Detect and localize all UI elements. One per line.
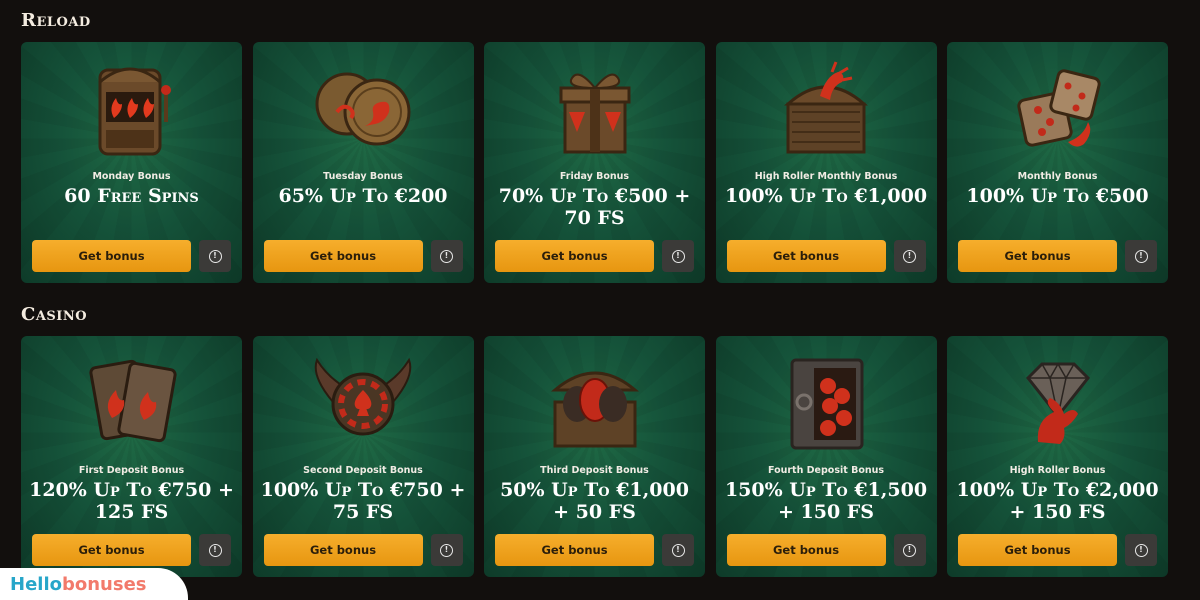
bonus-card: High Roller Monthly Bonus 100% Up To €1,… (715, 42, 937, 283)
info-icon: ! (440, 543, 453, 557)
bonus-label: High Roller Monthly Bonus (754, 171, 898, 182)
bonus-card: Fourth Deposit Bonus 150% Up To €1,500 +… (715, 336, 937, 577)
bonus-offer: 60 Free Spins (64, 185, 199, 207)
get-bonus-button[interactable]: Get bonus (263, 240, 423, 272)
dragon-coins-icon (315, 72, 411, 146)
info-button[interactable]: ! (662, 240, 694, 272)
logo-text-bonuses: bonuses (61, 573, 147, 595)
info-button[interactable]: ! (430, 534, 463, 566)
info-icon: ! (208, 543, 222, 557)
bonus-offer: 100% Up To €1,000 (724, 185, 928, 207)
bonus-offer: 50% Up To €1,000 + 50 FS (500, 479, 689, 523)
bonus-card: Friday Bonus 70% Up To €500 + 70 FS Get … (484, 42, 705, 283)
get-bonus-button[interactable]: Get bonus (32, 240, 191, 272)
bonus-label: Third Deposit Bonus (540, 465, 649, 476)
playing-cards-icon (88, 359, 177, 443)
info-button[interactable]: ! (662, 534, 694, 566)
get-bonus-button[interactable]: Get bonus (263, 534, 423, 566)
bonus-card: First Deposit Bonus 120% Up To €750 + 12… (21, 336, 242, 577)
get-bonus-button[interactable]: Get bonus (958, 534, 1117, 566)
info-icon: ! (903, 543, 916, 557)
bonus-card: Third Deposit Bonus 50% Up To €1,000 + 5… (484, 336, 705, 577)
safe-icon (790, 358, 864, 450)
bonus-card: Monthly Bonus 100% Up To €500 Get bonus … (947, 42, 1168, 283)
info-button[interactable]: ! (893, 534, 926, 566)
bonus-label: High Roller Bonus (1009, 465, 1106, 476)
get-bonus-button[interactable]: Get bonus (726, 240, 886, 272)
bonus-offer: 70% Up To €500 + 70 FS (498, 185, 691, 229)
logo-text-hello: Hello (10, 573, 62, 595)
info-icon: ! (208, 249, 222, 263)
bonus-offer: 150% Up To €1,500 + 150 FS (724, 479, 928, 523)
get-bonus-button[interactable]: Get bonus (958, 240, 1117, 272)
info-button[interactable]: ! (1125, 240, 1157, 272)
section-title-casino: Casino (21, 304, 88, 325)
bonus-label: Monthly Bonus (1017, 171, 1098, 182)
bonus-offer: 100% Up To €750 + 75 FS (260, 479, 466, 523)
get-bonus-button[interactable]: Get bonus (495, 240, 654, 272)
slot-machine-icon (98, 67, 171, 156)
info-icon: ! (903, 249, 916, 263)
info-icon: ! (671, 249, 685, 263)
info-button[interactable]: ! (1125, 534, 1157, 566)
get-bonus-button[interactable]: Get bonus (32, 534, 191, 566)
bonus-card: Monday Bonus 60 Free Spins Get bonus ! (21, 42, 242, 283)
info-button[interactable]: ! (199, 534, 231, 566)
treasure-chest-claw-icon (784, 61, 868, 154)
bonus-label: Tuesday Bonus (323, 171, 403, 182)
reload-grid: Monday Bonus 60 Free Spins Get bonus ! T… (21, 42, 1168, 283)
bonus-card: Tuesday Bonus 65% Up To €200 Get bonus ! (252, 42, 474, 283)
bonus-card: High Roller Bonus 100% Up To €2,000 + 15… (947, 336, 1168, 577)
casino-grid: First Deposit Bonus 120% Up To €750 + 12… (21, 336, 1168, 577)
dice-icon (1016, 69, 1101, 147)
info-button[interactable]: ! (199, 240, 231, 272)
bonus-offer: 100% Up To €500 (966, 185, 1149, 207)
get-bonus-button[interactable]: Get bonus (495, 534, 654, 566)
get-bonus-button[interactable]: Get bonus (726, 534, 886, 566)
info-button[interactable]: ! (430, 240, 463, 272)
egg-chest-icon (550, 371, 639, 448)
bonus-offer: 100% Up To €2,000 + 150 FS (956, 479, 1159, 523)
hellobonuses-logo[interactable]: Hello bonuses (0, 568, 188, 600)
gift-box-icon (559, 73, 630, 154)
info-button[interactable]: ! (893, 240, 926, 272)
info-icon: ! (1134, 249, 1148, 263)
bonus-label: Friday Bonus (559, 171, 630, 182)
bonus-card: Second Deposit Bonus 100% Up To €750 + 7… (252, 336, 474, 577)
winged-chip-icon (314, 357, 412, 436)
bonus-label: Monday Bonus (92, 171, 171, 182)
info-icon: ! (1134, 543, 1148, 557)
bonus-label: Fourth Deposit Bonus (767, 465, 885, 476)
bonus-label: First Deposit Bonus (78, 465, 185, 476)
info-icon: ! (440, 249, 453, 263)
bonus-offer: 120% Up To €750 + 125 FS (29, 479, 234, 523)
info-icon: ! (671, 543, 685, 557)
diamond-claw-icon (1025, 362, 1090, 444)
section-title-reload: Reload (21, 10, 91, 31)
bonus-label: Second Deposit Bonus (303, 465, 423, 476)
bonus-offer: 65% Up To €200 (278, 185, 448, 207)
